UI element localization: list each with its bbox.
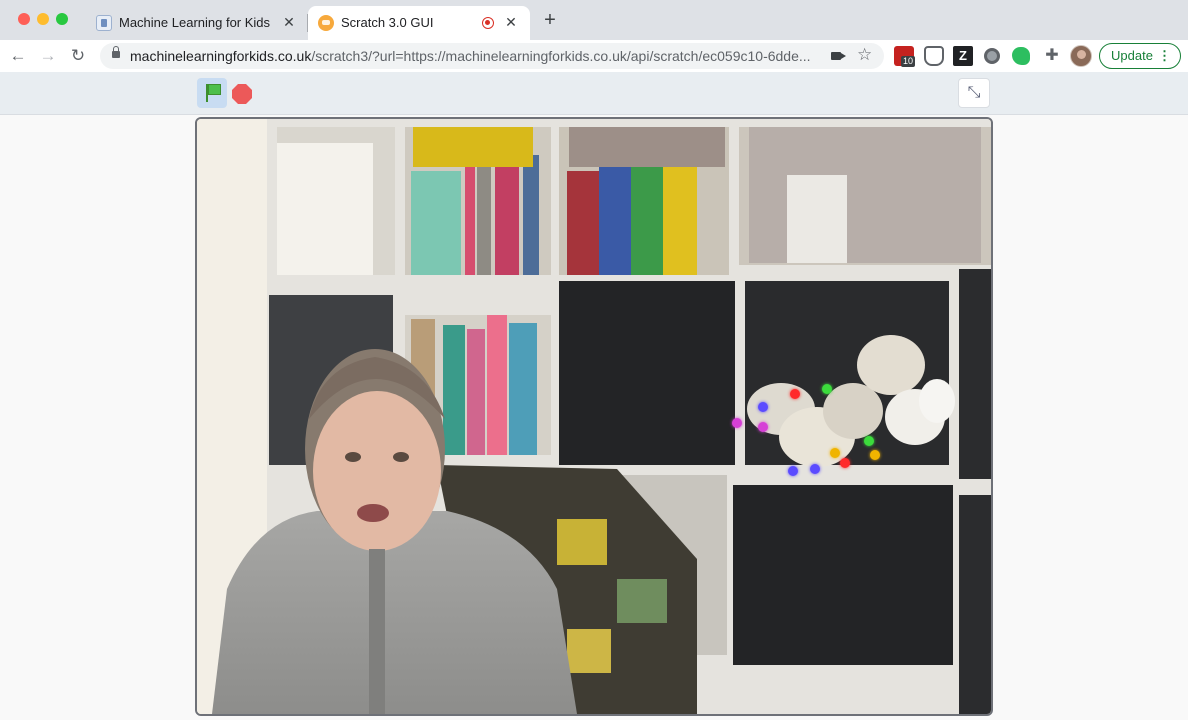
url-path: /scratch3/?url=https://machinelearningfo… <box>311 48 811 64</box>
reload-button[interactable]: ↻ <box>66 44 90 68</box>
face <box>313 391 441 551</box>
tab-strip: Machine Learning for Kids ✕ Scratch 3.0 … <box>0 0 1188 40</box>
scratch-stage[interactable] <box>195 117 993 716</box>
pocket-extension-icon[interactable] <box>924 46 944 66</box>
tracking-dot <box>840 458 850 468</box>
yellow-bag <box>413 127 533 167</box>
cushion-pattern <box>617 579 667 623</box>
book <box>411 171 461 275</box>
tab-machine-learning-for-kids[interactable]: Machine Learning for Kids ✕ <box>86 6 308 40</box>
mlk-favicon-icon <box>96 15 112 31</box>
eye <box>345 452 361 462</box>
book <box>465 159 475 275</box>
menu-dots-icon: ⋮ <box>1158 48 1171 63</box>
back-button[interactable]: ← <box>6 44 30 68</box>
tracking-dot <box>790 389 800 399</box>
cushion-pattern <box>567 629 611 673</box>
cushion-pattern <box>557 519 607 565</box>
scratch-favicon-icon <box>318 15 334 31</box>
green-flag-icon <box>208 84 221 95</box>
lock-icon[interactable] <box>112 46 120 58</box>
forward-button[interactable]: → <box>36 44 60 68</box>
url-domain: machinelearningforkids.co.uk <box>130 48 312 64</box>
green-flag-button[interactable] <box>197 78 227 108</box>
update-button[interactable]: Update ⋮ <box>1099 43 1181 69</box>
scratch-player-bar: ⤡ <box>0 72 1188 115</box>
tab-scratch-gui[interactable]: Scratch 3.0 GUI ✕ <box>308 6 530 40</box>
update-label: Update <box>1111 48 1153 63</box>
tracking-dot <box>788 466 798 476</box>
profile-avatar[interactable] <box>1070 45 1092 67</box>
book <box>495 149 519 275</box>
tracking-dot <box>758 402 768 412</box>
book <box>599 165 631 275</box>
tab-close-icon[interactable]: ✕ <box>280 13 298 31</box>
hoodie-zip <box>369 549 385 714</box>
tracking-dot <box>830 448 840 458</box>
address-bar[interactable]: machinelearningforkids.co.uk/scratch3/?u… <box>100 43 884 69</box>
mouth <box>357 504 389 522</box>
tracking-dot <box>870 450 880 460</box>
exit-fullscreen-button[interactable]: ⤡ <box>958 78 990 108</box>
eye <box>393 452 409 462</box>
yarn-ball <box>823 383 883 439</box>
box <box>787 175 847 263</box>
tracking-dot <box>864 436 874 446</box>
yarn-ball <box>919 379 955 423</box>
extension-badge: 10 <box>901 56 916 67</box>
recording-indicator-icon <box>482 17 494 29</box>
browser-toolbar: ← → ↻ machinelearningforkids.co.uk/scrat… <box>0 40 1188 73</box>
cabinet-door <box>959 495 991 714</box>
z-extension-icon[interactable]: Z <box>953 46 973 66</box>
webcam-feed <box>197 119 991 714</box>
book <box>509 323 537 455</box>
book <box>567 171 599 275</box>
evernote-extension-icon[interactable] <box>1012 47 1030 65</box>
window-close-button[interactable] <box>18 13 30 25</box>
bookmark-star-icon[interactable]: ☆ <box>857 45 872 65</box>
white-box <box>277 143 373 275</box>
book <box>443 325 465 455</box>
yarn-ball <box>857 335 925 395</box>
tracking-dot <box>822 384 832 394</box>
tab-close-icon[interactable]: ✕ <box>502 13 520 31</box>
window-maximize-button[interactable] <box>56 13 68 25</box>
tracking-dot <box>810 464 820 474</box>
new-tab-button[interactable]: + <box>540 10 560 30</box>
book <box>523 155 539 275</box>
stop-button[interactable] <box>232 84 252 104</box>
magazines <box>569 127 725 167</box>
tab-title: Scratch 3.0 GUI <box>341 15 434 30</box>
cabinet-door <box>559 281 735 465</box>
camera-in-use-icon[interactable] <box>831 52 846 60</box>
cabinet-door <box>959 269 991 479</box>
url-text[interactable]: machinelearningforkids.co.uk/scratch3/?u… <box>130 48 820 64</box>
tracking-dot <box>758 422 768 432</box>
book <box>663 161 697 275</box>
book <box>477 167 491 275</box>
tracking-dot <box>732 418 742 428</box>
window-minimize-button[interactable] <box>37 13 49 25</box>
magazines <box>749 127 981 263</box>
book <box>467 329 485 455</box>
book <box>487 315 507 455</box>
book <box>631 165 663 275</box>
extensions-puzzle-icon[interactable]: ✚ <box>1042 46 1062 66</box>
cabinet-door <box>733 485 953 665</box>
exit-fullscreen-icon: ⤡ <box>967 84 981 101</box>
circle-extension-icon[interactable] <box>984 48 1000 64</box>
tab-title: Machine Learning for Kids <box>119 15 271 30</box>
